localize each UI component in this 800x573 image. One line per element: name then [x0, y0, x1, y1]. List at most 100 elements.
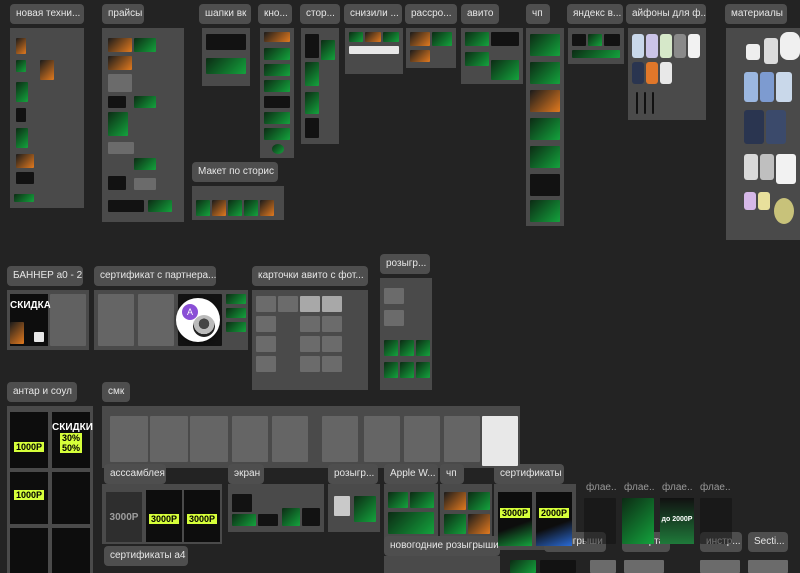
label-kno[interactable]: кно... — [258, 4, 292, 24]
cert-poster: 3000Р — [498, 492, 532, 546]
label-ny-giveaways[interactable]: новогодние розыгрыши — [384, 536, 500, 556]
label-yandex[interactable]: яндекс в... — [567, 4, 623, 24]
label-flyer-1[interactable]: флае... — [580, 478, 616, 498]
label-banner[interactable]: БАННЕР а0 - 2 — [7, 266, 83, 286]
thumbnail — [256, 356, 276, 372]
thumbnail — [232, 494, 252, 512]
thumbnail — [400, 340, 414, 356]
thumbnail — [468, 514, 490, 534]
thumbnail — [588, 34, 602, 46]
label-vk-headers[interactable]: шапки вк — [199, 4, 251, 24]
thumbnail — [108, 74, 132, 92]
thumbnail — [322, 316, 342, 332]
label-flyer-4[interactable]: флае... — [694, 478, 730, 498]
thumbnail — [491, 32, 519, 46]
label-apple-w[interactable]: Apple W... — [384, 464, 438, 484]
thumbnail — [148, 200, 172, 212]
watch-image — [744, 192, 756, 210]
label-secti[interactable]: Secti... — [748, 532, 788, 552]
thumbnail — [305, 62, 319, 86]
thumbnail — [530, 174, 560, 196]
label-chp[interactable]: чп — [526, 4, 550, 24]
thumbnail — [150, 416, 188, 462]
thumbnail — [410, 492, 434, 508]
thumbnail — [16, 172, 34, 184]
label-flyer-3[interactable]: флае... — [656, 478, 692, 498]
label-smk[interactable]: смк — [102, 382, 130, 402]
label-cert-partner[interactable]: сертификат с партнера... — [94, 266, 216, 286]
phone-image — [760, 72, 774, 102]
pencil-image — [636, 92, 638, 114]
antar-poster: СКИДКИ 30% 50% — [52, 412, 93, 468]
thumbnail — [16, 60, 26, 72]
qr-icon — [34, 332, 44, 342]
thumbnail — [16, 154, 34, 168]
poster-price-text: 1000Р — [13, 490, 45, 500]
thumbnail — [364, 416, 400, 462]
thumbnail — [410, 50, 430, 62]
antar-poster — [10, 528, 48, 573]
label-assembly[interactable]: асссамблея — [104, 464, 166, 484]
flyer-poster: до 2000Р — [660, 498, 694, 544]
thumbnail — [322, 296, 342, 312]
label-certs[interactable]: сертификаты — [494, 464, 564, 484]
thumbnail — [226, 308, 246, 318]
label-avito[interactable]: авито — [461, 4, 499, 24]
label-stories-layout[interactable]: Макет по сторис — [192, 162, 278, 182]
thumbnail — [572, 50, 620, 58]
pencil-image — [644, 92, 646, 114]
label-installment[interactable]: рассро... — [405, 4, 457, 24]
label-flyer-2[interactable]: флае... — [618, 478, 654, 498]
phone-image — [688, 34, 700, 58]
thumbnail — [206, 58, 246, 74]
label-price-down[interactable]: снизили ... — [344, 4, 402, 24]
thumbnail — [416, 362, 430, 378]
antar-poster: 1000Р — [10, 472, 48, 524]
thumbnail — [572, 34, 586, 46]
poster-sale-text: СКИДКИ — [52, 422, 93, 433]
section-ny[interactable] — [384, 556, 500, 573]
thumbnail — [272, 144, 284, 154]
phone-image — [646, 34, 658, 58]
thumbnail — [264, 80, 290, 92]
thumbnail — [272, 416, 308, 462]
thumbnail — [354, 496, 376, 522]
label-giveaway-mid[interactable]: розыгр... — [328, 464, 378, 484]
phone-image — [744, 154, 758, 180]
cert-poster: 3000Р — [146, 490, 182, 542]
phone-image — [646, 62, 658, 84]
poster-price-text: 3000Р — [186, 514, 218, 524]
label-stor[interactable]: стор... — [300, 4, 340, 24]
thumbnail — [322, 336, 342, 352]
cert-poster: 3000Р — [184, 490, 220, 542]
label-iphones[interactable]: айфоны для ф... — [626, 4, 706, 24]
thumbnail — [384, 310, 404, 326]
poster-price-text: 3000Р — [148, 514, 180, 524]
thumbnail — [302, 508, 320, 526]
thumbnail — [349, 46, 399, 54]
label-new-tech[interactable]: новая техни... — [10, 4, 84, 24]
label-antar[interactable]: антар и соул — [7, 382, 77, 402]
thumbnail — [300, 356, 320, 372]
thumbnail — [410, 32, 430, 46]
thumbnail — [530, 90, 560, 112]
label-chp2[interactable]: чп — [440, 464, 464, 484]
label-prices[interactable]: прайсы — [102, 4, 144, 24]
thumbnail — [264, 32, 290, 42]
thumbnail — [10, 322, 24, 344]
label-materials[interactable]: материалы — [725, 4, 787, 24]
watch-band-image — [774, 198, 794, 224]
thumbnail — [206, 34, 246, 50]
thumbnail — [365, 32, 381, 42]
label-certs-a4[interactable]: сертификаты а4 — [104, 546, 188, 566]
label-screen[interactable]: экран — [228, 464, 264, 484]
thumbnail — [384, 340, 398, 356]
user-avatar[interactable]: A — [176, 298, 220, 342]
label-giveaway-top[interactable]: розыгр... — [380, 254, 430, 274]
thumbnail — [244, 200, 258, 216]
thumbnail — [232, 514, 256, 526]
phone-image — [660, 34, 672, 58]
thumbnail — [108, 38, 132, 52]
thumbnail — [540, 560, 576, 573]
label-avito-cards[interactable]: карточки авито с фот... — [252, 266, 368, 286]
